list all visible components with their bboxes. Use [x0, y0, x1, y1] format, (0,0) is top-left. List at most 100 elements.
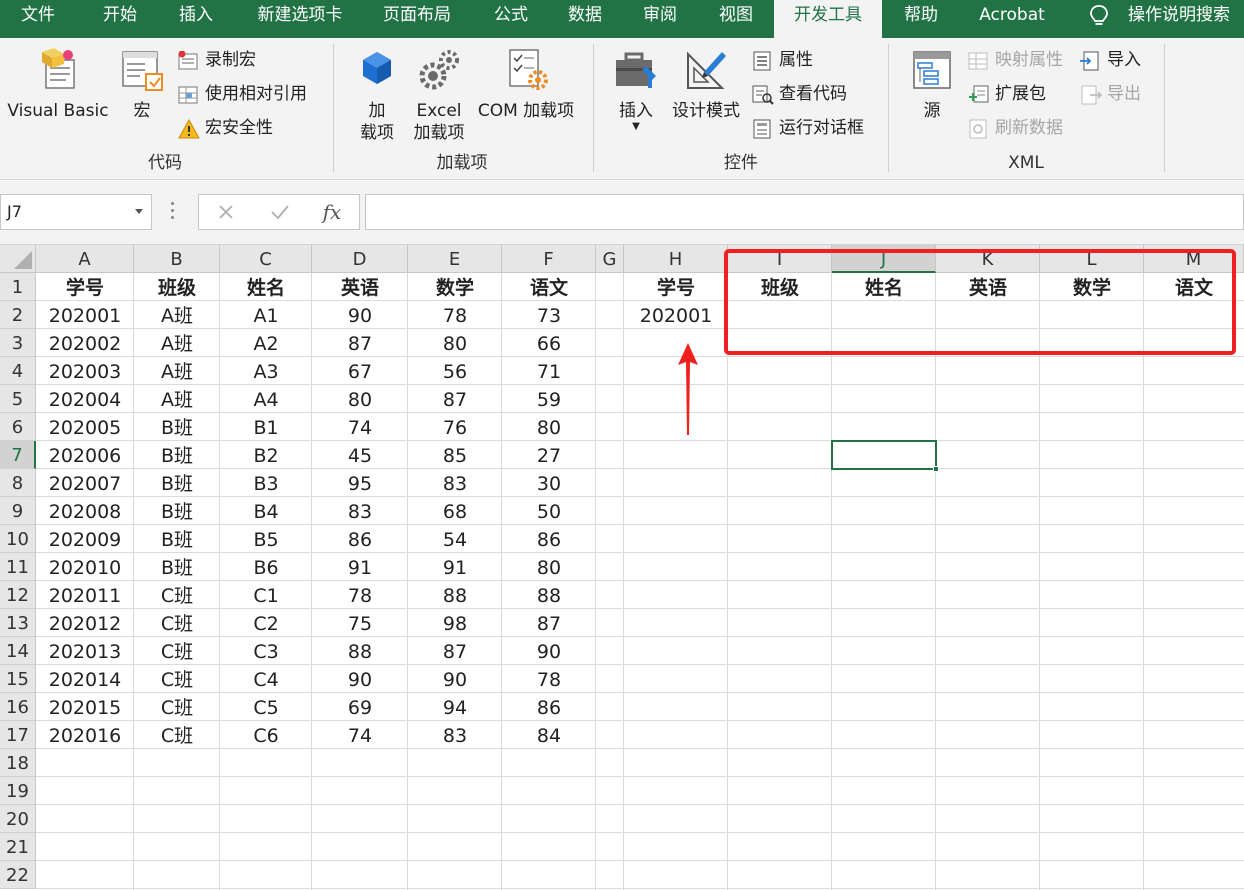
cell-C4[interactable]: A3 — [220, 357, 312, 385]
cell-F3[interactable]: 66 — [502, 329, 596, 357]
cell-D15[interactable]: 90 — [312, 665, 408, 693]
row-header-4[interactable]: 4 — [0, 357, 36, 385]
cell-A2[interactable]: 202001 — [36, 301, 134, 329]
column-header-C[interactable]: C — [220, 245, 312, 273]
column-header-H[interactable]: H — [624, 245, 728, 273]
visual-basic-button[interactable]: Visual Basic — [6, 46, 110, 122]
cell-F10[interactable]: 86 — [502, 525, 596, 553]
cell-A10[interactable]: 202009 — [36, 525, 134, 553]
row-header-16[interactable]: 16 — [0, 693, 36, 721]
map-properties-button[interactable]: 映射属性 — [968, 46, 1074, 74]
cell-B4[interactable]: A班 — [134, 357, 220, 385]
tab-6[interactable]: 数据 — [552, 0, 618, 38]
cell-B13[interactable]: C班 — [134, 609, 220, 637]
cell-B10[interactable]: B班 — [134, 525, 220, 553]
cell-D7[interactable]: 45 — [312, 441, 408, 469]
cell-F11[interactable]: 80 — [502, 553, 596, 581]
record-macro-button[interactable]: 录制宏 — [178, 46, 328, 74]
row-header-9[interactable]: 9 — [0, 497, 36, 525]
row-header-12[interactable]: 12 — [0, 581, 36, 609]
refresh-data-button[interactable]: 刷新数据 — [968, 114, 1074, 142]
cell-D13[interactable]: 75 — [312, 609, 408, 637]
cell-C8[interactable]: B3 — [220, 469, 312, 497]
cell-B14[interactable]: C班 — [134, 637, 220, 665]
cell-D1[interactable]: 英语 — [312, 273, 408, 301]
cell-C16[interactable]: C5 — [220, 693, 312, 721]
cell-F12[interactable]: 88 — [502, 581, 596, 609]
macros-button[interactable]: 宏 — [116, 46, 168, 122]
design-mode-button[interactable]: 设计模式 — [668, 46, 744, 122]
cell-D3[interactable]: 87 — [312, 329, 408, 357]
row-header-20[interactable]: 20 — [0, 805, 36, 833]
xml-export-button[interactable]: 导出 — [1080, 80, 1150, 108]
cell-A13[interactable]: 202012 — [36, 609, 134, 637]
tab-1[interactable]: 开始 — [86, 0, 154, 38]
cell-F8[interactable]: 30 — [502, 469, 596, 497]
cell-E2[interactable]: 78 — [408, 301, 502, 329]
cell-H1[interactable]: 学号 — [624, 273, 728, 301]
cell-B8[interactable]: B班 — [134, 469, 220, 497]
drag-handle-icon[interactable] — [171, 202, 175, 222]
cell-D6[interactable]: 74 — [312, 413, 408, 441]
cell-E6[interactable]: 76 — [408, 413, 502, 441]
cell-C9[interactable]: B4 — [220, 497, 312, 525]
cancel-icon[interactable] — [201, 195, 251, 229]
cell-E13[interactable]: 98 — [408, 609, 502, 637]
cell-A8[interactable]: 202007 — [36, 469, 134, 497]
column-header-E[interactable]: E — [408, 245, 502, 273]
row-header-15[interactable]: 15 — [0, 665, 36, 693]
tab-3[interactable]: 新建选项卡 — [240, 0, 360, 38]
cell-F7[interactable]: 27 — [502, 441, 596, 469]
cell-E16[interactable]: 94 — [408, 693, 502, 721]
relative-refs-button[interactable]: 使用相对引用 — [178, 80, 328, 108]
cell-E12[interactable]: 88 — [408, 581, 502, 609]
fill-handle[interactable] — [933, 466, 939, 472]
cell-F14[interactable]: 90 — [502, 637, 596, 665]
cell-D2[interactable]: 90 — [312, 301, 408, 329]
cell-A9[interactable]: 202008 — [36, 497, 134, 525]
cell-D5[interactable]: 80 — [312, 385, 408, 413]
cell-C17[interactable]: C6 — [220, 721, 312, 749]
properties-button[interactable]: 属性 — [752, 46, 878, 74]
cell-E15[interactable]: 90 — [408, 665, 502, 693]
cell-A11[interactable]: 202010 — [36, 553, 134, 581]
cell-B11[interactable]: B班 — [134, 553, 220, 581]
expansion-packs-button[interactable]: 扩展包 — [968, 80, 1074, 108]
cell-C2[interactable]: A1 — [220, 301, 312, 329]
row-header-14[interactable]: 14 — [0, 637, 36, 665]
cell-A1[interactable]: 学号 — [36, 273, 134, 301]
row-header-13[interactable]: 13 — [0, 609, 36, 637]
cell-F1[interactable]: 语文 — [502, 273, 596, 301]
cell-E9[interactable]: 68 — [408, 497, 502, 525]
active-cell-selection[interactable] — [831, 440, 939, 472]
insert-control-button[interactable]: 插入 ▼ — [610, 46, 662, 132]
xml-import-button[interactable]: 导入 — [1080, 46, 1150, 74]
cell-C1[interactable]: 姓名 — [220, 273, 312, 301]
row-header-8[interactable]: 8 — [0, 469, 36, 497]
cell-C15[interactable]: C4 — [220, 665, 312, 693]
cell-E8[interactable]: 83 — [408, 469, 502, 497]
row-header-3[interactable]: 3 — [0, 329, 36, 357]
cell-D11[interactable]: 91 — [312, 553, 408, 581]
cell-F16[interactable]: 86 — [502, 693, 596, 721]
row-header-11[interactable]: 11 — [0, 553, 36, 581]
insert-function-button[interactable]: fx — [307, 195, 357, 229]
cell-B16[interactable]: C班 — [134, 693, 220, 721]
cell-E5[interactable]: 87 — [408, 385, 502, 413]
cell-A3[interactable]: 202002 — [36, 329, 134, 357]
cell-F2[interactable]: 73 — [502, 301, 596, 329]
cell-F13[interactable]: 87 — [502, 609, 596, 637]
tab-4[interactable]: 页面布局 — [366, 0, 468, 38]
cell-E10[interactable]: 54 — [408, 525, 502, 553]
row-header-6[interactable]: 6 — [0, 413, 36, 441]
macro-security-button[interactable]: 宏安全性 — [178, 114, 328, 142]
tab-10[interactable]: 帮助 — [890, 0, 952, 38]
cell-A5[interactable]: 202004 — [36, 385, 134, 413]
run-dialog-button[interactable]: 运行对话框 — [752, 114, 878, 142]
cell-C14[interactable]: C3 — [220, 637, 312, 665]
cell-F4[interactable]: 71 — [502, 357, 596, 385]
cell-C5[interactable]: A4 — [220, 385, 312, 413]
row-header-2[interactable]: 2 — [0, 301, 36, 329]
cell-D12[interactable]: 78 — [312, 581, 408, 609]
cell-F17[interactable]: 84 — [502, 721, 596, 749]
